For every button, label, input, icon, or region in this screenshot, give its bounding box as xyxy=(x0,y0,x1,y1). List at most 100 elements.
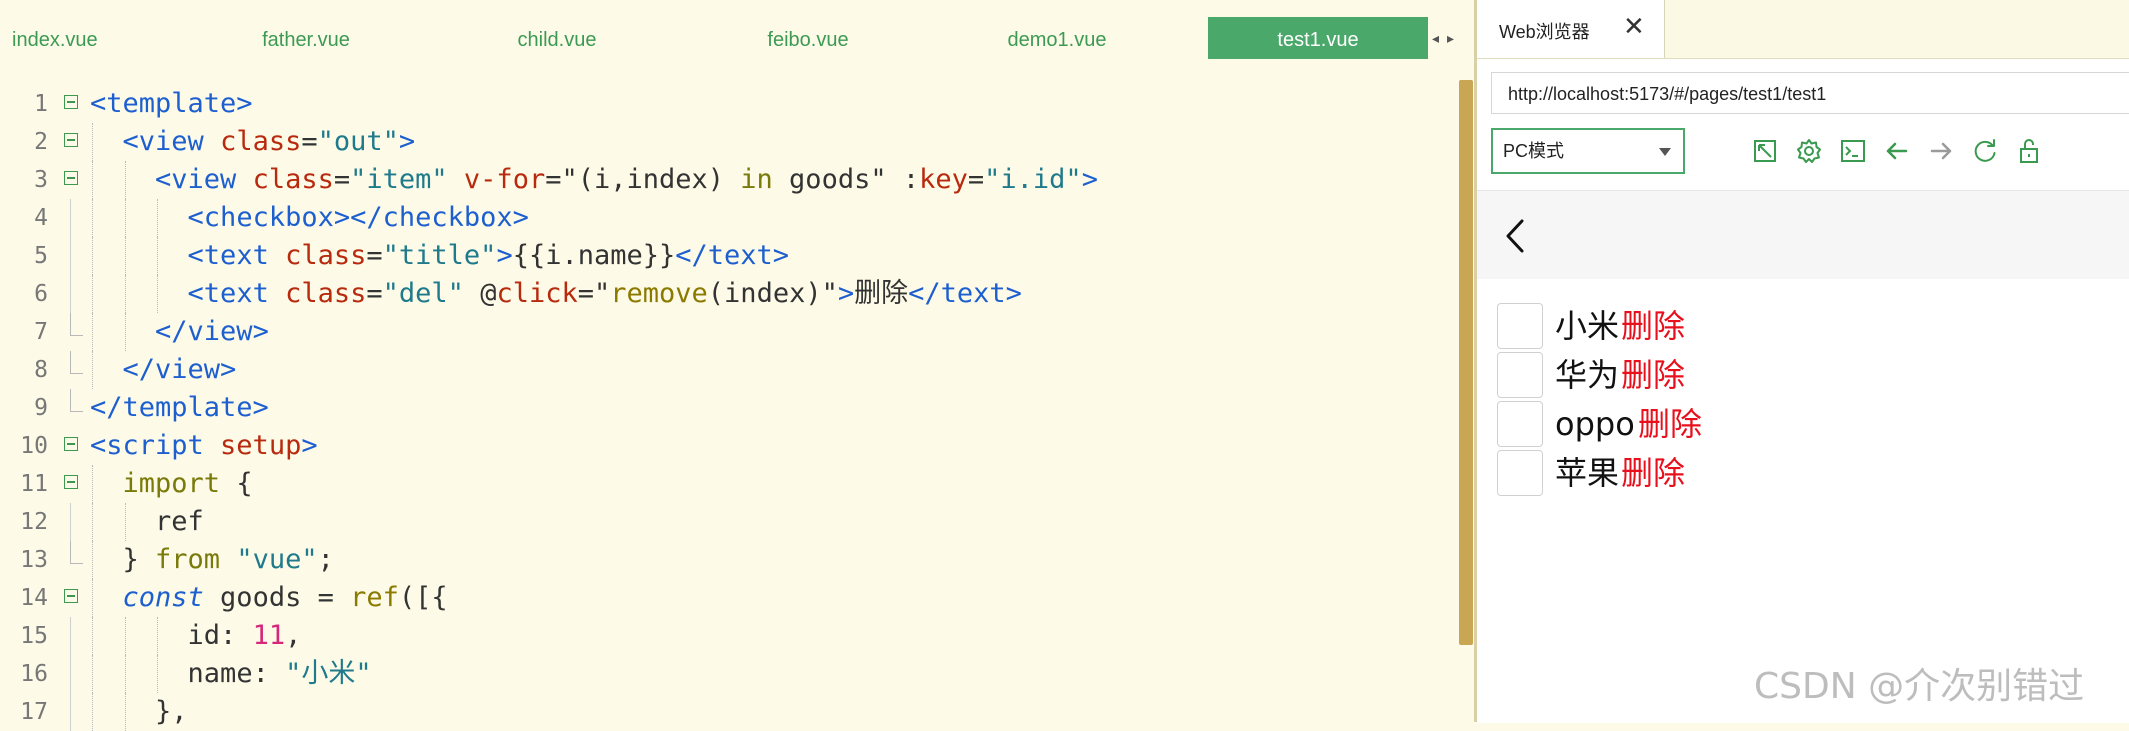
code-token: ref xyxy=(350,582,399,613)
indent-guide xyxy=(124,275,126,313)
popout-icon[interactable] xyxy=(1748,134,1782,168)
item-checkbox[interactable] xyxy=(1497,401,1543,447)
code-area[interactable]: <template> <view class="out"> <view clas… xyxy=(90,85,1450,731)
fold-toggle-icon[interactable] xyxy=(64,475,78,489)
line-number-text: 8 xyxy=(34,357,48,383)
close-icon[interactable]: ✕ xyxy=(1623,12,1645,42)
code-token: from xyxy=(155,544,221,575)
indent-guide xyxy=(124,503,126,541)
code-token: > xyxy=(496,240,513,271)
code-line: import { xyxy=(90,465,1450,503)
fold-toggle-icon[interactable] xyxy=(64,437,78,451)
url-input[interactable]: http://localhost:5173/#/pages/test1/test… xyxy=(1491,72,2129,114)
line-number: 5 xyxy=(0,237,88,275)
line-number-text: 15 xyxy=(20,623,48,649)
fold-toggle-icon[interactable] xyxy=(64,171,78,185)
item-title: 华为 xyxy=(1555,356,1620,394)
delete-link[interactable]: 删除 xyxy=(1621,350,1685,400)
code-token: in xyxy=(740,164,773,195)
code-token: "title" xyxy=(382,240,497,271)
code-token: class xyxy=(285,240,367,271)
fold-toggle-icon[interactable] xyxy=(64,589,78,603)
line-number: 7 xyxy=(0,313,88,351)
code-token: </view> xyxy=(155,316,269,347)
code-token: = xyxy=(366,240,383,271)
fold-toggle-icon[interactable] xyxy=(64,95,78,109)
indent-guide xyxy=(92,503,93,541)
code-token: > xyxy=(1081,164,1098,195)
tab-test1-vue[interactable]: test1.vue xyxy=(1208,17,1428,59)
forward-arrow-icon[interactable] xyxy=(1924,134,1958,168)
line-number-text: 3 xyxy=(34,167,48,193)
item-title: 苹果 xyxy=(1555,454,1620,492)
item-checkbox[interactable] xyxy=(1497,303,1543,349)
code-line: </view> xyxy=(90,313,1450,351)
code-token: 删除 xyxy=(854,278,909,309)
line-number: 12 xyxy=(0,503,88,541)
chevron-down-icon xyxy=(1659,148,1671,156)
chevron-left-icon[interactable] xyxy=(1503,217,1527,255)
mode-select[interactable]: PC模式 xyxy=(1491,128,1685,174)
refresh-icon[interactable] xyxy=(1968,134,2002,168)
code-token: =" xyxy=(577,278,611,309)
code-token: remove xyxy=(610,278,708,309)
code-line: <text class="del" @click="remove(index)"… xyxy=(90,275,1450,313)
delete-link[interactable]: 删除 xyxy=(1621,448,1685,498)
code-line: <checkbox></checkbox> xyxy=(90,199,1450,237)
code-token: class xyxy=(220,126,302,157)
fold-toggle-icon[interactable] xyxy=(64,133,78,147)
indent-guide xyxy=(157,275,158,313)
tab-index-vue[interactable]: index.vue xyxy=(0,17,220,59)
indent-guide xyxy=(92,465,93,503)
back-arrow-icon[interactable] xyxy=(1880,134,1914,168)
indent-guide xyxy=(92,617,93,655)
tab-demo1-vue[interactable]: demo1.vue xyxy=(947,17,1167,59)
code-token: <view xyxy=(155,164,253,195)
indent-guide xyxy=(157,237,158,275)
fold-guide xyxy=(70,389,83,412)
indent-guide xyxy=(92,237,93,275)
code-line: </view> xyxy=(90,351,1450,389)
code-token: key xyxy=(919,164,968,195)
settings-gear-icon[interactable] xyxy=(1792,134,1826,168)
tab-father-vue[interactable]: father.vue xyxy=(196,17,416,59)
editor-scrollbar[interactable] xyxy=(1459,80,1473,645)
code-token: <view xyxy=(122,126,221,157)
line-number: 4 xyxy=(0,199,88,237)
tab-feibo-vue[interactable]: feibo.vue xyxy=(698,17,918,59)
page-navbar xyxy=(1477,191,2129,279)
code-token: id: xyxy=(187,620,253,651)
code-token: "item" xyxy=(350,164,464,195)
indent-guide xyxy=(92,351,93,389)
item-checkbox[interactable] xyxy=(1497,450,1543,496)
code-token: </text> xyxy=(908,278,1022,309)
line-number-text: 4 xyxy=(34,205,48,231)
tab-child-vue[interactable]: child.vue xyxy=(447,17,667,59)
line-number-text: 16 xyxy=(20,661,48,687)
line-number-text: 9 xyxy=(34,395,48,421)
code-token: "小米" xyxy=(285,658,372,689)
indent-guide xyxy=(92,693,93,731)
delete-link[interactable]: 删除 xyxy=(1621,301,1685,351)
item-title: 小米 xyxy=(1555,307,1620,345)
unlock-icon[interactable] xyxy=(2012,134,2046,168)
code-token: ([{ xyxy=(398,582,448,613)
line-number-text: 1 xyxy=(34,91,48,117)
tab-scroll-left-icon[interactable]: ◂ xyxy=(1432,31,1447,47)
code-token: } xyxy=(122,544,156,575)
browser-tab-label: Web浏览器 xyxy=(1499,22,1590,42)
console-icon[interactable] xyxy=(1836,134,1870,168)
item-checkbox[interactable] xyxy=(1497,352,1543,398)
line-number-text: 7 xyxy=(34,319,48,345)
tab-scroll-right-icon[interactable]: ▸ xyxy=(1447,31,1462,47)
delete-link[interactable]: 删除 xyxy=(1638,399,1702,449)
indent-guide xyxy=(124,313,126,351)
browser-tab[interactable]: Web浏览器 ✕ xyxy=(1477,0,1665,58)
